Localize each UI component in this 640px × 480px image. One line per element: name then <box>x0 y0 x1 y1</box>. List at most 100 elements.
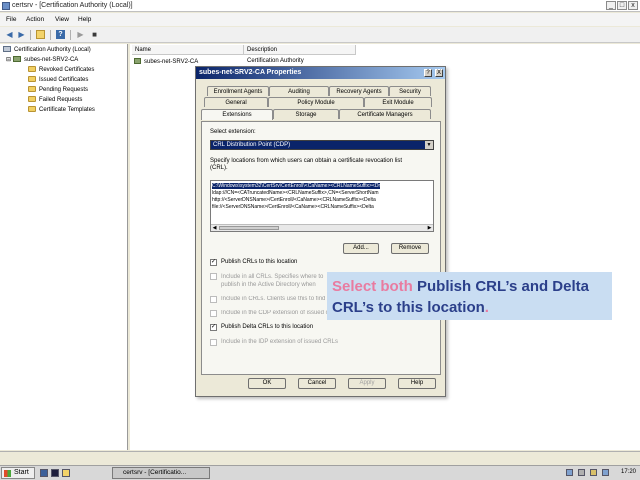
locations-label-2: (CRL). <box>210 165 228 171</box>
scroll-right-icon[interactable]: ▶ <box>426 225 433 231</box>
explorer-icon[interactable] <box>62 469 70 477</box>
minimize-button[interactable]: _ <box>606 1 616 10</box>
publish-crls-checkbox[interactable]: ✓ <box>210 259 217 266</box>
folder-icon <box>28 96 36 102</box>
volume-icon[interactable] <box>578 469 585 476</box>
menu-action[interactable]: Action <box>26 16 44 23</box>
list-item-name: subes-net-SRV2-CA <box>144 59 199 65</box>
folder-icon <box>28 106 36 112</box>
apply-button[interactable]: Apply <box>348 378 386 389</box>
column-header-name[interactable]: Name <box>132 45 244 55</box>
tab-policy-module[interactable]: Policy Module <box>268 97 364 107</box>
powershell-icon[interactable] <box>51 469 59 477</box>
include-idp-checkbox[interactable] <box>210 339 217 346</box>
back-icon[interactable]: ◀ <box>5 30 14 39</box>
toolbar: ◀ ▶ ? ▶ ■ <box>0 27 640 43</box>
help-button[interactable]: Help <box>398 378 436 389</box>
tree-node-root[interactable]: Certification Authority (Local) <box>3 46 91 55</box>
folder-icon <box>28 86 36 92</box>
computer-icon <box>3 46 11 52</box>
include-cdp-label: Include in the CDP extension of issued c… <box>221 310 329 316</box>
start-button[interactable]: Start <box>1 467 35 479</box>
tab-security[interactable]: Security <box>389 86 431 96</box>
tab-storage[interactable]: Storage <box>273 109 339 119</box>
locations-list[interactable]: C:\Windows\system32\CertSrv\CertEnroll\<… <box>210 180 434 232</box>
list-item[interactable]: http://<ServerDNSName>/CertEnroll/<CaNam… <box>212 197 376 203</box>
tree-node-folder[interactable]: Certificate Templates <box>28 106 95 115</box>
start-service-icon[interactable]: ▶ <box>76 30 85 39</box>
toolbar-separator <box>30 30 31 40</box>
display-icon[interactable] <box>602 469 609 476</box>
tab-exit-module[interactable]: Exit Module <box>364 97 432 107</box>
scrollbar-thumb[interactable] <box>219 226 279 230</box>
tree-node-folder[interactable]: Issued Certificates <box>28 76 88 85</box>
include-all-crls-checkbox[interactable] <box>210 273 217 280</box>
publish-crls-label: Publish CRLs to this location <box>221 259 298 265</box>
taskbar: Start certsrv - [Certificatio... 17:20 <box>0 465 640 480</box>
publish-delta-crls-checkbox[interactable]: ✓ <box>210 324 217 331</box>
include-all-crls-label: Include in all CRLs. Specifies where to … <box>221 274 324 288</box>
dialog-title[interactable]: subes-net-SRV2-CA Properties <box>196 67 445 79</box>
tab-extensions[interactable]: Extensions <box>201 109 273 120</box>
tree-node-ca[interactable]: ⊟ subes-net-SRV2-CA <box>6 56 78 65</box>
tree-folder-label: Pending Requests <box>39 87 89 93</box>
action-center-icon[interactable] <box>590 469 597 476</box>
tree-folder-label: Issued Certificates <box>39 77 89 83</box>
tree-node-folder[interactable]: Revoked Certificates <box>28 66 94 75</box>
dialog-help-button[interactable]: ? <box>424 69 432 77</box>
tree-node-folder[interactable]: Pending Requests <box>28 86 88 95</box>
scroll-left-icon[interactable]: ◀ <box>211 225 218 231</box>
network-icon[interactable] <box>566 469 573 476</box>
list-item[interactable]: subes-net-SRV2-CA <box>134 58 198 65</box>
extension-select[interactable]: CRL Distribution Point (CDP) ▼ <box>210 140 434 150</box>
menu-view[interactable]: View <box>55 16 69 23</box>
cancel-button[interactable]: Cancel <box>298 378 336 389</box>
instruction-callout: Select both Publish CRL’s and Delta CRL’… <box>327 272 612 320</box>
tab-general[interactable]: General <box>204 97 268 107</box>
include-in-crls-label: Include in CRLs. Clients use this to fin… <box>221 296 329 302</box>
help-icon[interactable]: ? <box>56 30 65 39</box>
tab-certificate-managers[interactable]: Certificate Managers <box>339 109 431 119</box>
include-in-crls-checkbox[interactable] <box>210 296 217 303</box>
toolbar-separator <box>70 30 71 40</box>
windows-logo-icon <box>4 470 11 477</box>
list-item-description: Certification Authority <box>247 58 304 64</box>
title-bar[interactable]: certsrv - [Certification Authority (Loca… <box>0 0 640 12</box>
remove-button[interactable]: Remove <box>391 243 429 254</box>
extension-select-value: CRL Distribution Point (CDP) <box>213 142 291 148</box>
tab-enrollment-agents[interactable]: Enrollment Agents <box>207 86 269 96</box>
list-item[interactable]: file://<ServerDNSName>/CertEnroll/<CaNam… <box>212 204 374 210</box>
ok-button[interactable]: OK <box>248 378 286 389</box>
up-icon[interactable] <box>36 30 45 39</box>
tree-root-label: Certification Authority (Local) <box>14 47 91 53</box>
dialog-close-button[interactable]: X <box>435 69 443 77</box>
column-header-description[interactable]: Description <box>244 45 356 55</box>
stop-service-icon[interactable]: ■ <box>90 30 99 39</box>
menu-help[interactable]: Help <box>78 16 91 23</box>
list-item[interactable]: C:\Windows\system32\CertSrv\CertEnroll\<… <box>212 183 381 189</box>
tab-recovery-agents[interactable]: Recovery Agents <box>329 86 389 96</box>
certsrv-app-icon <box>2 2 10 10</box>
tree-folder-label: Revoked Certificates <box>39 67 95 73</box>
folder-icon <box>28 76 36 82</box>
console-tree: Certification Authority (Local) ⊟ subes-n… <box>0 44 128 450</box>
publish-delta-crls-label: Publish Delta CRLs to this location <box>221 324 314 330</box>
menu-file[interactable]: File <box>6 16 16 23</box>
taskbar-item-certsrv[interactable]: certsrv - [Certificatio... <box>112 467 210 479</box>
collapse-icon[interactable]: ⊟ <box>6 57 11 63</box>
clock[interactable]: 17:20 <box>621 469 636 475</box>
taskbar-item-label: certsrv - [Certificatio... <box>123 469 187 476</box>
include-cdp-checkbox[interactable] <box>210 310 217 317</box>
tab-auditing[interactable]: Auditing <box>269 86 329 96</box>
add-button[interactable]: Add... <box>343 243 379 254</box>
close-button[interactable]: x <box>628 1 638 10</box>
maximize-button[interactable]: □ <box>617 1 627 10</box>
server-manager-icon[interactable] <box>40 469 48 477</box>
tree-folder-label: Certificate Templates <box>39 107 95 113</box>
forward-icon[interactable]: ▶ <box>17 30 26 39</box>
chevron-down-icon[interactable]: ▼ <box>425 141 433 149</box>
tree-node-folder[interactable]: Failed Requests <box>28 96 82 105</box>
list-item[interactable]: ldap:///CN=<CATruncatedName><CRLNameSuff… <box>212 190 379 196</box>
horizontal-scrollbar[interactable]: ◀ ▶ <box>211 224 433 231</box>
status-bar <box>0 451 640 465</box>
